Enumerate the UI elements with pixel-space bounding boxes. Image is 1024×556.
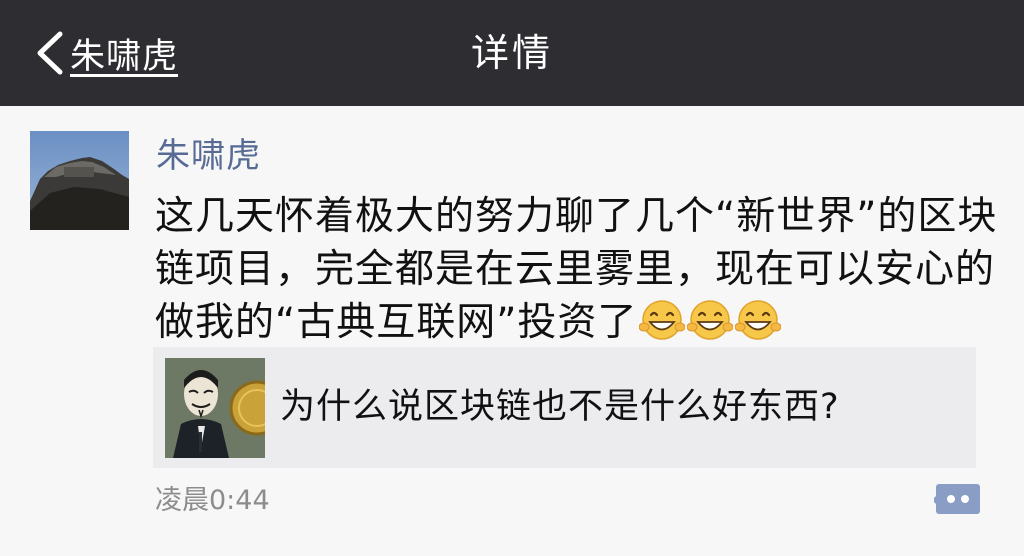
post-text-line: 链项目，完全都是在云里雾里，现在可以安心的 xyxy=(155,247,996,292)
post-author[interactable]: 朱啸虎 xyxy=(156,134,261,178)
shared-link-title: 为什么说区块链也不是什么好东西? xyxy=(280,387,840,427)
grinning-face-emoji-icon xyxy=(687,297,734,343)
grinning-face-emoji-icon xyxy=(735,297,782,343)
avatar[interactable] xyxy=(30,131,129,230)
post-timestamp: 凌晨0:44 xyxy=(155,485,270,516)
post-text-line: 这几天怀着极大的努力聊了几个“新世界”的区块 xyxy=(155,194,998,239)
post-text-line: 做我的“古典互联网”投资了 xyxy=(155,296,1005,349)
comment-icon xyxy=(934,484,980,514)
page-title: 详情 xyxy=(470,31,553,75)
comment-button[interactable] xyxy=(934,482,982,520)
nav-bar: 朱啸虎 详情 xyxy=(0,0,1024,106)
grinning-face-emoji-icon xyxy=(639,297,686,343)
post-text: 这几天怀着极大的努力聊了几个“新世界”的区块 链项目，完全都是在云里雾里，现在可… xyxy=(155,190,1005,349)
moment-detail: 朱啸虎 这几天怀着极大的努力聊了几个“新世界”的区块 链项目，完全都是在云里雾里… xyxy=(0,106,1024,556)
shared-link-card[interactable]: 为什么说区块链也不是什么好东西? xyxy=(153,347,976,468)
post-text-line-text: 做我的“古典互联网”投资了 xyxy=(155,300,638,345)
shared-link-thumbnail xyxy=(165,358,265,458)
